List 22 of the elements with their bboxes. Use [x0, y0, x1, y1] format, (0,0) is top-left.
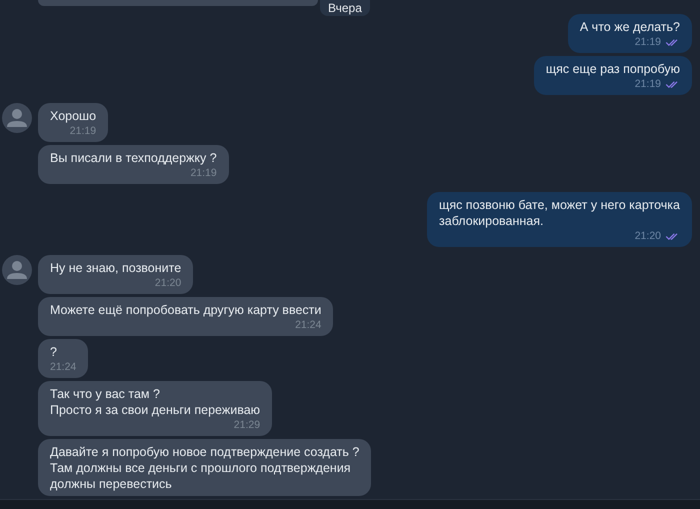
message-text: Можете ещё попробовать другую карту ввести [50, 302, 322, 318]
message-text: Так что у вас там ? Просто я за свои деньги переживаю [50, 386, 260, 418]
message-time: 21:19 [70, 125, 96, 137]
message-text: Вы писали в техподдержку ? [50, 150, 217, 166]
avatar-icon[interactable] [2, 103, 32, 133]
message-time: 21:19 [634, 78, 661, 90]
message-time: 21:29 [234, 419, 260, 431]
message-text: Давайте я попробую новое подтверждение создать ? Там должны все деньги с прошлого подтверждения должны перевестись [50, 444, 360, 492]
message-text: щяс позвоню бате, может у него карточка заблокированная. [439, 197, 680, 229]
message-text: ? [50, 344, 58, 360]
avatar-icon[interactable] [2, 255, 32, 285]
message-time: 21:20 [154, 277, 182, 289]
message-text: щяс еще раз попробую [546, 61, 680, 77]
message-time: 21:24 [50, 361, 76, 373]
message-text: А что же делать? [580, 19, 680, 35]
message-text: Ну не знаю, позвоните [50, 260, 182, 276]
date-separator: Вчера [320, 0, 370, 16]
message-text: Хорошо [50, 108, 96, 124]
message-time: 21:20 [634, 230, 661, 242]
message-time: 21:24 [295, 319, 322, 331]
message-time: 21:19 [190, 167, 217, 179]
message-time: 21:19 [634, 36, 661, 48]
